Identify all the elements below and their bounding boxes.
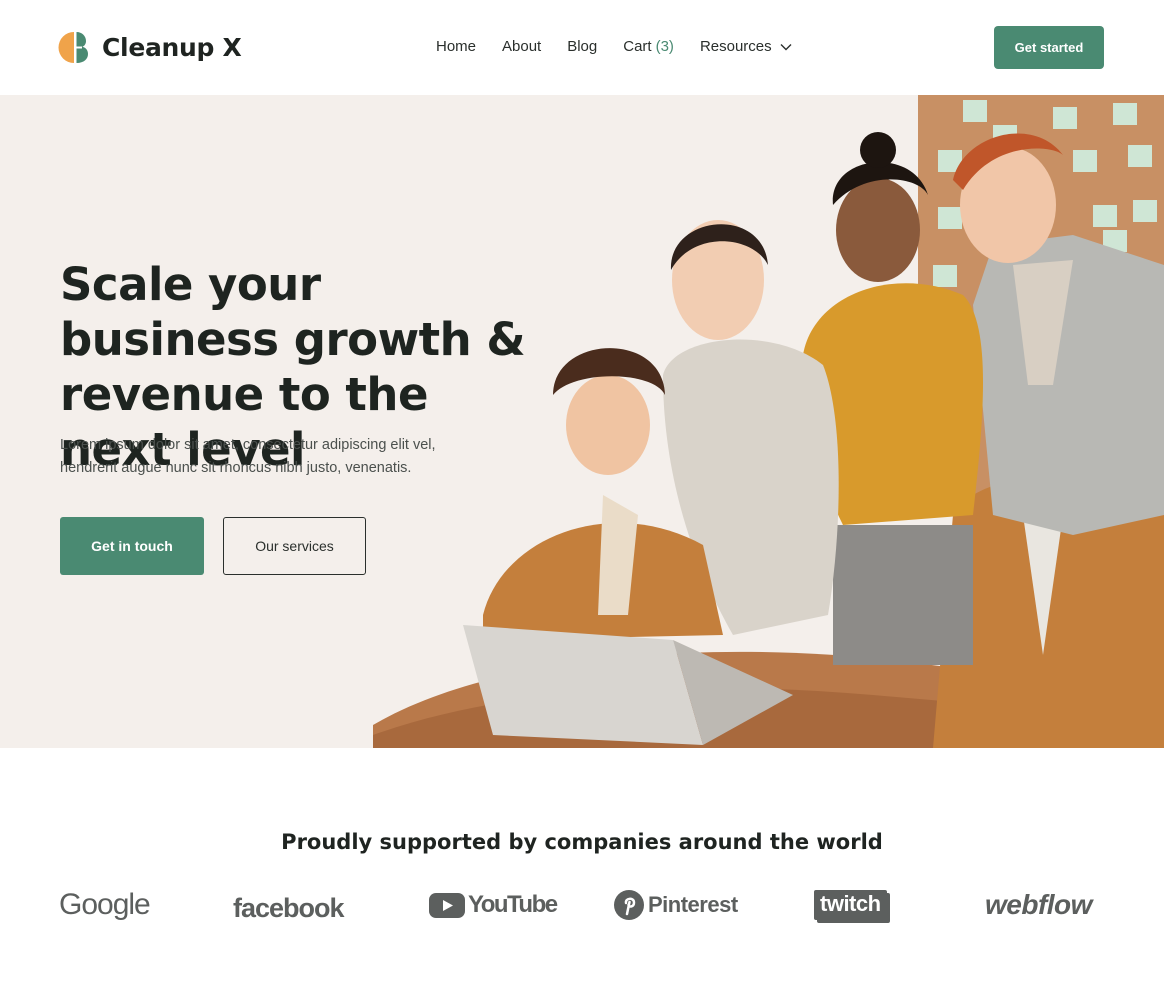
logo-mark-icon <box>58 32 88 63</box>
brand-logo[interactable]: Cleanup X <box>58 30 242 65</box>
pinterest-logo-text: Pinterest <box>648 892 738 917</box>
main-nav: Home About Blog Cart (3) Resources <box>436 38 818 55</box>
youtube-logo: YouTube <box>429 880 558 930</box>
twitch-logo: twitch <box>814 880 887 930</box>
nav-about[interactable]: About <box>502 38 541 55</box>
cart-count-badge: (3) <box>655 38 674 55</box>
get-in-touch-button[interactable]: Get in touch <box>60 517 204 575</box>
brand-name: Cleanup X <box>102 33 242 62</box>
nav-home[interactable]: Home <box>436 38 476 55</box>
partner-logos: Google facebook YouTube Pinterest twitch… <box>0 880 1164 930</box>
pinterest-logo: Pinterest <box>614 880 738 930</box>
team-photo <box>373 95 1164 748</box>
google-logo-text: Google <box>59 888 151 921</box>
nav-blog[interactable]: Blog <box>567 38 597 55</box>
partners-title: Proudly supported by companies around th… <box>281 830 883 854</box>
webflow-logo: webflow <box>985 880 1092 930</box>
youtube-logo-text: YouTube <box>468 891 558 918</box>
nav-resources-label: Resources <box>699 38 772 55</box>
nav-cart[interactable]: Cart (3) <box>623 38 674 55</box>
facebook-logo: facebook <box>233 883 345 933</box>
youtube-play-icon <box>429 892 465 918</box>
google-logo: Google <box>59 880 151 930</box>
webflow-logo-text: webflow <box>985 889 1092 920</box>
nav-cart-label: Cart <box>623 38 652 55</box>
twitch-logo-text: twitch <box>820 891 881 916</box>
nav-resources[interactable]: Resources <box>700 38 792 55</box>
pinterest-icon <box>614 890 644 920</box>
our-services-button[interactable]: Our services <box>223 517 366 575</box>
get-started-button[interactable]: Get started <box>994 26 1104 69</box>
hero-section: Scale your business growth & revenue to … <box>0 95 1164 748</box>
chevron-down-icon <box>780 43 792 50</box>
site-header: Cleanup X Home About Blog Cart (3) Resou… <box>0 0 1164 95</box>
facebook-logo-text: facebook <box>233 892 345 923</box>
